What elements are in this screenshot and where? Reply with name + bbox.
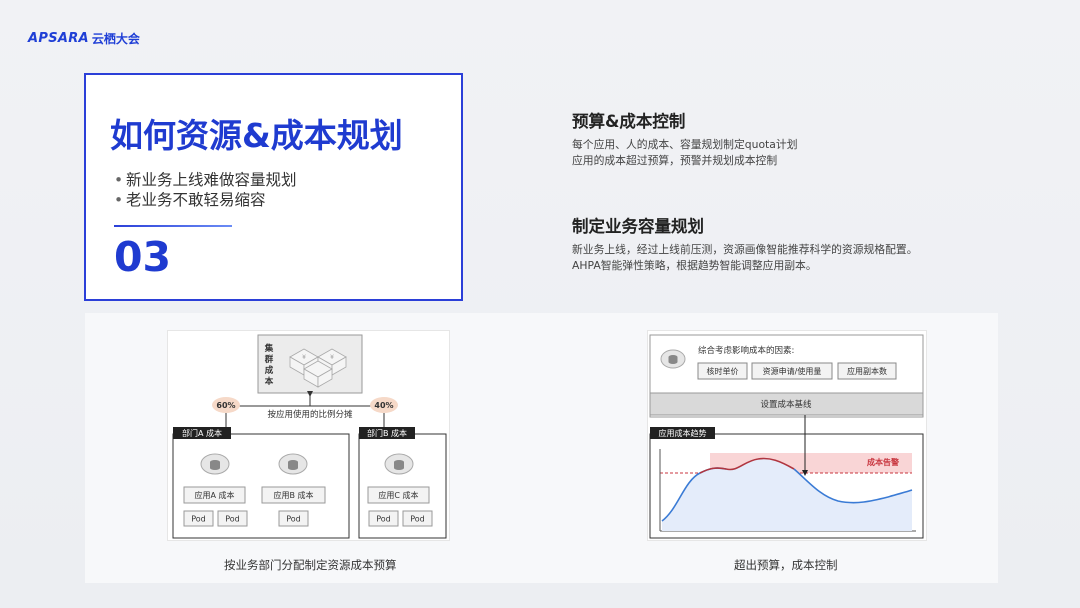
dept-b-label: 部门B 成本 xyxy=(367,428,407,438)
pct-b-label: 40% xyxy=(374,401,393,410)
cluster-label-char: 成 xyxy=(265,365,274,376)
arrow-down-icon xyxy=(307,391,313,397)
point-line: 每个应用、人的成本、容量规划制定quota计划 xyxy=(572,138,798,151)
pod-label: Pod xyxy=(286,515,301,524)
factor-label: 资源申请/使用量 xyxy=(763,366,822,376)
alert-label: 成本告警 xyxy=(867,457,899,467)
app-c-label: 应用C 成本 xyxy=(378,490,418,500)
section-divider xyxy=(114,225,232,227)
page-title: 如何资源&成本规划 xyxy=(110,116,403,155)
point-capacity: 制定业务容量规划 新业务上线，经过上线前压测，资源画像智能推荐科学的资源规格配置… xyxy=(572,213,1012,274)
cluster-label-char: 集 xyxy=(264,343,274,354)
section-number: 03 xyxy=(114,233,172,281)
svg-text:¥: ¥ xyxy=(330,354,334,361)
bullet-text: 新业务上线难做容量规划 xyxy=(126,171,297,189)
factor-label: 应用副本数 xyxy=(847,366,887,376)
app-b-label: 应用B 成本 xyxy=(273,490,313,500)
title-bullets: • 新业务上线难做容量规划 • 老业务不敢轻易缩容 xyxy=(114,170,297,210)
svg-text:¥: ¥ xyxy=(302,354,306,361)
factor-label: 核时单价 xyxy=(707,366,739,376)
bullet-item: • 老业务不敢轻易缩容 xyxy=(114,190,297,210)
left-diagram-caption: 按业务部门分配制定资源成本预算 xyxy=(224,558,397,572)
point-line: 新业务上线，经过上线前压测，资源画像智能推荐科学的资源规格配置。 xyxy=(572,243,918,256)
database-icon xyxy=(384,453,414,475)
apsara-logo: APSARA 云栖大会 xyxy=(28,30,140,46)
point-title: 制定业务容量规划 xyxy=(572,217,704,236)
right-diagram-caption: 超出预算，成本控制 xyxy=(734,558,838,572)
title-card: 如何资源&成本规划 • 新业务上线难做容量规划 • 老业务不敢轻易缩容 03 xyxy=(84,73,463,301)
logo-latin: APSARA xyxy=(28,30,89,46)
pct-a-label: 60% xyxy=(216,401,235,410)
budget-allocation-diagram: 集 群 成 本 ¥ ¥ 60% 40% 按应用使用的比例分摊 部门A 成本 部门… xyxy=(167,330,450,541)
database-icon xyxy=(200,453,230,475)
split-label: 按应用使用的比例分摊 xyxy=(267,409,353,420)
bullet-dot-icon: • xyxy=(114,171,124,189)
factors-title: 综合考虑影响成本的因素: xyxy=(698,345,794,356)
bullet-item: • 新业务上线难做容量规划 xyxy=(114,170,297,190)
pod-label: Pod xyxy=(376,515,391,524)
database-icon xyxy=(278,453,308,475)
pod-label: Pod xyxy=(410,515,425,524)
bullet-dot-icon: • xyxy=(114,191,124,209)
bullet-text: 老业务不敢轻易缩容 xyxy=(126,191,266,209)
pod-label: Pod xyxy=(225,515,240,524)
point-line: 应用的成本超过预算，预警并规划成本控制 xyxy=(572,154,778,167)
app-a-label: 应用A 成本 xyxy=(194,490,234,500)
point-budget: 预算&成本控制 每个应用、人的成本、容量规划制定quota计划 应用的成本超过预… xyxy=(572,108,1012,169)
cluster-label-char: 群 xyxy=(264,354,274,365)
trend-title: 应用成本趋势 xyxy=(659,428,707,438)
dept-a-label: 部门A 成本 xyxy=(182,428,222,438)
point-line: AHPA智能弹性策略，根据趋势智能调整应用副本。 xyxy=(572,259,817,272)
pod-label: Pod xyxy=(191,515,206,524)
point-title: 预算&成本控制 xyxy=(572,112,686,131)
cost-control-diagram: 综合考虑影响成本的因素: 核时单价 资源申请/使用量 应用副本数 设置成本基线 … xyxy=(647,330,927,541)
logo-cn: 云栖大会 xyxy=(91,31,140,46)
baseline-label: 设置成本基线 xyxy=(760,399,812,410)
database-icon xyxy=(660,349,686,369)
cluster-label-char: 本 xyxy=(265,376,274,387)
